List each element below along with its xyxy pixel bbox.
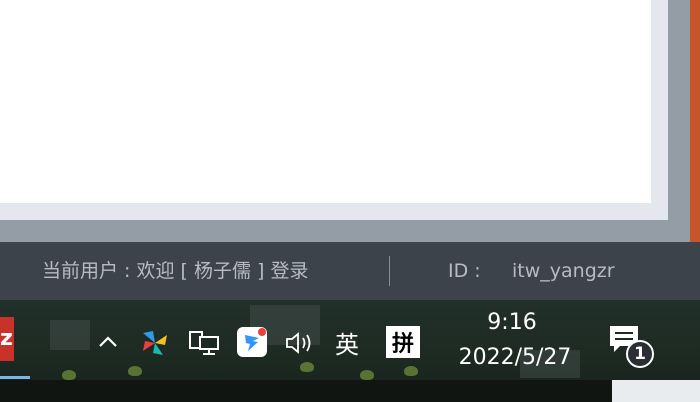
clock-date[interactable]: 2022/5/27 (445, 345, 585, 371)
taskbar: z 英 拼 9:16 2022/5/27 1 (0, 300, 700, 402)
wallpaper-leaf (300, 362, 314, 372)
input-language-button[interactable]: 英 (330, 326, 364, 359)
chevron-up-icon (99, 336, 117, 347)
current-user-text: 当前用户 : 欢迎 [ 杨子儒 ] 登录 (42, 260, 309, 282)
desktop-edge (690, 0, 700, 242)
wallpaper-leaf (62, 370, 76, 380)
volume-tray-button[interactable] (283, 328, 319, 358)
content-border (0, 0, 668, 220)
network-icon (189, 331, 219, 355)
show-hidden-icons-button[interactable] (94, 328, 122, 356)
status-bar: 当前用户 : 欢迎 [ 杨子儒 ] 登录 ID : itw_yangzr (0, 242, 700, 300)
taskbar-app-button[interactable]: z (0, 317, 14, 361)
ime-mode-button[interactable]: 拼 (386, 326, 420, 358)
id-label: ID : (448, 260, 481, 282)
desktop-strip (0, 380, 700, 402)
pinwheel-tray-button[interactable] (138, 326, 172, 360)
id-value: itw_yangzr (512, 260, 615, 282)
wallpaper-leaf (360, 370, 374, 380)
content-panel (0, 0, 651, 203)
status-separator (389, 256, 390, 286)
action-center-button[interactable]: 1 (606, 322, 654, 372)
wallpaper-leaf (128, 366, 142, 376)
app-tile-letter: z (0, 326, 13, 351)
desktop-strip-light (612, 380, 700, 402)
language-label: 英 (335, 330, 359, 359)
pinwheel-app-icon (143, 331, 167, 355)
wallpaper-block (50, 320, 90, 350)
dingtalk-tray-button[interactable] (236, 326, 268, 358)
clock-time[interactable]: 9:16 (470, 310, 554, 336)
volume-icon (286, 332, 311, 354)
notification-count-badge: 1 (626, 340, 654, 368)
dingtalk-icon (237, 327, 267, 357)
network-tray-button[interactable] (187, 328, 221, 358)
active-app-indicator (0, 376, 30, 379)
wallpaper-leaf (404, 366, 418, 376)
ime-label: 拼 (391, 332, 414, 357)
app-window (0, 0, 700, 242)
